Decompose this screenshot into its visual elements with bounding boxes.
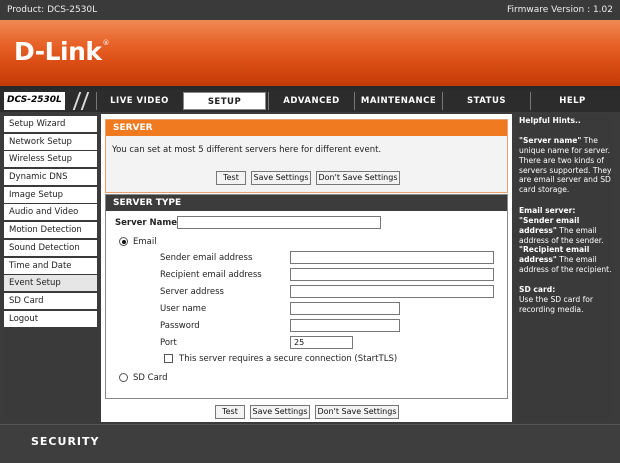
sender-email-input[interactable] [290,251,494,264]
sidebar-item-sd-card[interactable]: SD Card [4,293,97,309]
hints-email-server: Email server: "Sender email address" The … [519,206,612,275]
password-label: Password [160,321,200,331]
recipient-email-input[interactable] [290,268,494,281]
model-label: DCS-2530L [4,92,65,110]
sidebar-item-audio-video[interactable]: Audio and Video [4,204,97,220]
server-section-description: You can set at most 5 different servers … [112,145,382,155]
tab-help[interactable]: HELP [530,92,614,110]
sidebar: Setup Wizard Network Setup Wireless Setu… [4,114,97,420]
tab-advanced[interactable]: ADVANCED [268,92,354,110]
sidebar-item-dynamic-dns[interactable]: Dynamic DNS [4,169,97,185]
sidebar-item-motion-detection[interactable]: Motion Detection [4,222,97,238]
port-label: Port [160,338,177,348]
password-input[interactable] [290,319,400,332]
hints-server-name: "Server name" The unique name for server… [519,136,612,195]
sidebar-item-wireless-setup[interactable]: Wireless Setup [4,151,97,167]
sidebar-item-logout[interactable]: Logout [4,311,97,327]
secure-connection-checkbox[interactable] [164,354,173,363]
tab-maintenance[interactable]: MAINTENANCE [354,92,442,110]
hints-sd-card: SD card: Use the SD card for recording me… [519,285,594,314]
footer-security-label: SECURITY [31,435,100,448]
dont-save-button-top[interactable]: Don't Save Settings [316,171,400,185]
firmware-version: Firmware Version : 1.02 [507,5,613,15]
sd-card-radio[interactable] [119,373,128,382]
dont-save-button-bottom[interactable]: Don't Save Settings [315,405,399,419]
email-radio-label: Email [133,237,157,247]
recipient-email-label: Recipient email address [160,270,262,280]
username-label: User name [160,304,207,314]
test-button-bottom[interactable]: Test [215,405,245,419]
sidebar-item-image-setup[interactable]: Image Setup [4,187,97,203]
save-settings-button-top[interactable]: Save Settings [251,171,311,185]
main-content: SERVER You can set at most 5 different s… [101,114,512,422]
tab-setup[interactable]: SETUP [183,92,266,110]
tab-status[interactable]: STATUS [442,92,530,110]
server-section-title: SERVER [106,120,507,136]
save-settings-button-bottom[interactable]: Save Settings [250,405,310,419]
sidebar-item-setup-wizard[interactable]: Setup Wizard [4,116,97,132]
secure-connection-label: This server requires a secure connection… [179,354,398,364]
sidebar-item-event-setup[interactable]: Event Setup [4,275,97,291]
email-radio[interactable] [119,237,128,246]
brand-banner: D-Link® [0,20,620,86]
server-address-input[interactable] [290,285,494,298]
username-input[interactable] [290,302,400,315]
sd-card-radio-label: SD Card [133,373,168,383]
port-input[interactable]: 25 [290,336,353,349]
top-info-bar: Product: DCS-2530L Firmware Version : 1.… [0,0,620,20]
dlink-logo: D-Link® [14,37,110,66]
nav-decoration [68,92,98,110]
server-name-input[interactable] [177,216,381,229]
sender-email-label: Sender email address [160,253,253,263]
footer: SECURITY [0,424,620,463]
sidebar-item-network-setup[interactable]: Network Setup [4,134,97,150]
test-button-top[interactable]: Test [216,171,246,185]
server-address-label: Server address [160,287,224,297]
server-name-label: Server Name: [115,218,181,228]
sidebar-item-time-date[interactable]: Time and Date [4,258,97,274]
server-type-title: SERVER TYPE [106,195,507,211]
helpful-hints-panel: Helpful Hints.. "Server name" The unique… [516,114,614,422]
main-nav: DCS-2530L LIVE VIDEO SETUP ADVANCED MAIN… [0,90,620,112]
server-type-section: SERVER TYPE Server Name: Email Sender em… [105,194,508,399]
sidebar-item-sound-detection[interactable]: Sound Detection [4,240,97,256]
tab-live-video[interactable]: LIVE VIDEO [96,92,182,110]
hints-title: Helpful Hints.. [519,116,581,125]
product-name: Product: DCS-2530L [7,5,98,15]
server-section: SERVER You can set at most 5 different s… [105,119,508,193]
